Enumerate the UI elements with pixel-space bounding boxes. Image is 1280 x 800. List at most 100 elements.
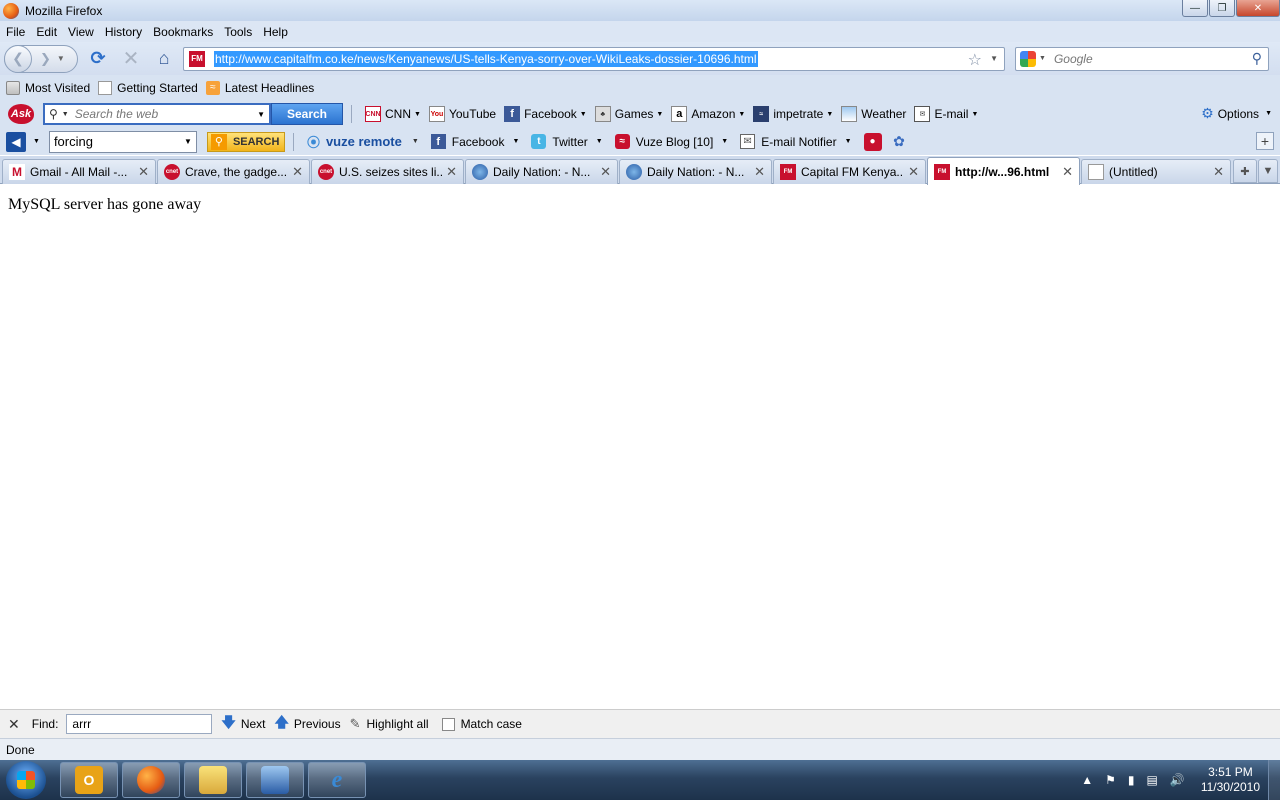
chevron-down-icon[interactable]: ▼	[33, 138, 40, 145]
email-button[interactable]: ✉ E-mail ▼	[914, 106, 978, 122]
minimize-button[interactable]: —	[1182, 0, 1208, 17]
match-case-toggle[interactable]: Match case	[438, 717, 522, 731]
taskbar-outlook[interactable]: O	[60, 762, 118, 798]
chevron-down-icon[interactable]: ▼	[257, 110, 265, 119]
menu-bookmarks[interactable]: Bookmarks	[148, 25, 218, 39]
menu-file[interactable]: File	[1, 25, 30, 39]
close-tab-icon[interactable]: ✕	[600, 164, 611, 180]
close-tab-icon[interactable]: ✕	[446, 164, 457, 180]
gmail-icon: M	[9, 164, 25, 180]
vuze-facebook-button[interactable]: f Facebook ▼	[430, 134, 519, 149]
twitter-icon: t	[531, 134, 547, 149]
tab-current-page[interactable]: FM http://w...96.html ✕	[927, 157, 1080, 185]
menu-history[interactable]: History	[100, 25, 147, 39]
show-hidden-icons-icon[interactable]: ▲	[1081, 773, 1093, 787]
url-text[interactable]: http://www.capitalfm.co.ke/news/Kenyanew…	[214, 50, 758, 67]
ask-search-button[interactable]: Search	[271, 103, 343, 125]
highlight-all-button[interactable]: ✎ Highlight all	[350, 716, 429, 732]
close-tab-icon[interactable]: ✕	[292, 164, 303, 180]
facebook-icon: f	[430, 134, 446, 149]
toolbar-grip[interactable]	[292, 132, 299, 151]
bookmark-getting-started[interactable]: Getting Started	[98, 80, 198, 95]
tab-us-seizes[interactable]: cnet U.S. seizes sites li... ✕	[311, 159, 464, 184]
ask-options-button[interactable]: ⚙ Options ▼	[1201, 105, 1272, 122]
close-tab-icon[interactable]: ✕	[1213, 164, 1224, 180]
tab-crave[interactable]: cnet Crave, the gadge... ✕	[157, 159, 310, 184]
find-previous-button[interactable]: 🡅 Previous	[275, 712, 341, 736]
vuze-blog-button[interactable]: ≈ Vuze Blog [10] ▼	[614, 134, 728, 149]
search-placeholder[interactable]: Google	[1054, 52, 1093, 66]
panda-button[interactable]: ●	[863, 132, 888, 151]
start-button[interactable]	[6, 761, 46, 799]
close-tab-icon[interactable]: ✕	[754, 164, 765, 180]
reload-button[interactable]: ⟳	[85, 46, 111, 72]
close-tab-icon[interactable]: ✕	[138, 164, 149, 180]
chevron-down-icon[interactable]: ▼	[184, 137, 192, 146]
taskbar-firefox[interactable]	[122, 762, 180, 798]
taskbar-display[interactable]	[246, 762, 304, 798]
back-button[interactable]: ❮	[4, 44, 32, 73]
facebook-button[interactable]: f Facebook ▼	[504, 106, 587, 122]
engine-dropdown-icon[interactable]: ▼	[1039, 55, 1046, 62]
google-engine-icon[interactable]	[1020, 50, 1036, 67]
cnn-button[interactable]: CNN CNN ▼	[365, 106, 421, 122]
menu-edit[interactable]: Edit	[31, 25, 62, 39]
chevron-down-icon[interactable]: ▼	[62, 111, 69, 118]
device-icon[interactable]: ▮	[1128, 773, 1135, 787]
stop-button[interactable]: ✕	[118, 46, 144, 72]
menu-help[interactable]: Help	[258, 25, 293, 39]
url-bar[interactable]: FM http://www.capitalfm.co.ke/news/Kenya…	[183, 46, 1005, 71]
games-button[interactable]: ♣ Games ▼	[594, 106, 663, 122]
menu-view[interactable]: View	[63, 25, 99, 39]
email-notifier-button[interactable]: ✉ E-mail Notifier ▼	[740, 134, 852, 149]
impetrate-button[interactable]: ≈ impetrate ▼	[753, 106, 833, 122]
bug-button[interactable]: ✿	[892, 133, 913, 149]
ask-logo-icon[interactable]: Ask	[8, 104, 34, 124]
close-find-bar-icon[interactable]: ✕	[8, 716, 20, 733]
weather-button[interactable]: Weather	[841, 106, 906, 122]
ask-search-input[interactable]: ⚲ ▼ Search the web ▼	[43, 103, 271, 125]
chevron-down-icon: ▼	[1265, 110, 1272, 117]
volume-icon[interactable]: 🔊	[1170, 773, 1185, 787]
add-toolbar-item-button[interactable]: +	[1256, 132, 1274, 150]
forward-button[interactable]: ❯	[40, 51, 51, 67]
web-search-bar[interactable]: ▼ Google ⚲	[1015, 46, 1269, 71]
network-icon[interactable]: ▤	[1147, 773, 1158, 787]
search-icon[interactable]: ⚲	[1252, 50, 1262, 67]
vuze-twitter-button[interactable]: t Twitter ▼	[531, 134, 603, 149]
vuze-remote-button[interactable]: ⦿ vuze remote ▼	[307, 132, 419, 151]
close-tab-icon[interactable]: ✕	[908, 164, 919, 180]
bookmark-star-icon[interactable]: ☆	[968, 50, 982, 70]
tab-daily-nation-1[interactable]: Daily Nation: - N... ✕	[465, 159, 618, 184]
tab-capital-fm[interactable]: FM Capital FM Kenya... ✕	[773, 159, 926, 184]
find-next-button[interactable]: 🡇 Next	[221, 712, 265, 736]
taskbar-internet-explorer[interactable]: e	[308, 762, 366, 798]
bookmark-most-visited[interactable]: Most Visited	[6, 80, 90, 95]
list-all-tabs-button[interactable]: ▼	[1258, 159, 1278, 183]
vuze-logo-icon[interactable]: ◀	[6, 131, 26, 152]
restore-button[interactable]: ❐	[1209, 0, 1235, 17]
action-center-flag-icon[interactable]: ⚑	[1105, 773, 1116, 787]
menu-tools[interactable]: Tools	[219, 25, 257, 39]
taskbar-explorer[interactable]	[184, 762, 242, 798]
close-window-button[interactable]: ✕	[1236, 0, 1280, 17]
amazon-button[interactable]: a Amazon ▼	[671, 106, 745, 122]
toolbar-grip[interactable]	[351, 105, 357, 123]
show-desktop-button[interactable]	[1268, 760, 1280, 800]
system-clock[interactable]: 3:51 PM 11/30/2010	[1201, 765, 1260, 795]
home-button[interactable]: ⌂	[151, 46, 177, 72]
tab-gmail[interactable]: M Gmail - All Mail -... ✕	[2, 159, 156, 184]
vuze-search-input[interactable]: forcing ▼	[48, 130, 197, 153]
match-case-checkbox[interactable]	[441, 717, 455, 731]
url-dropdown-icon[interactable]: ▼	[990, 54, 998, 63]
youtube-button[interactable]: You YouTube	[428, 106, 496, 122]
bookmark-latest-headlines[interactable]: ≈ Latest Headlines	[205, 80, 314, 95]
vuze-search-button[interactable]: ⚲ SEARCH	[206, 131, 285, 152]
close-tab-icon[interactable]: ✕	[1062, 164, 1073, 180]
find-input[interactable]: arrr	[66, 714, 213, 734]
new-tab-button[interactable]: ✚	[1233, 159, 1257, 183]
tab-daily-nation-2[interactable]: Daily Nation: - N... ✕	[619, 159, 772, 184]
tab-untitled[interactable]: (Untitled) ✕	[1081, 159, 1231, 184]
history-dropdown-button[interactable]: ▼	[57, 54, 65, 63]
vuze-search-query[interactable]: forcing	[54, 134, 93, 149]
